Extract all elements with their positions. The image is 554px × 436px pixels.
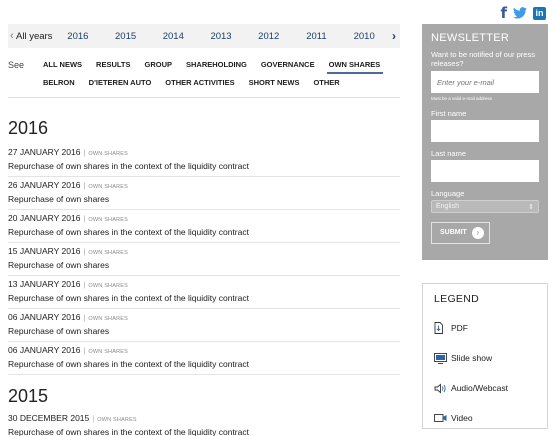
- legend-item-pdf: PDF: [434, 313, 536, 343]
- news-tag: Own shares: [88, 217, 129, 223]
- tab-year-2010[interactable]: 2010: [340, 31, 388, 42]
- tab-year-2016[interactable]: 2016: [54, 31, 102, 42]
- list-item[interactable]: 06 January 2016 | Own shares Repurchase of…: [8, 309, 400, 342]
- next-years-icon[interactable]: ›: [388, 29, 400, 43]
- see-label: See: [8, 60, 25, 70]
- legend-item-audio: Audio/Webcast: [434, 373, 536, 403]
- news-title[interactable]: Repurchase of own shares: [8, 260, 400, 270]
- video-icon: [434, 413, 450, 423]
- category-belron[interactable]: Belron: [41, 75, 78, 90]
- list-item[interactable]: 15 January 2016 | Own shares Repurchase of…: [8, 243, 400, 276]
- category-short-news[interactable]: Short news: [247, 75, 303, 90]
- news-date: 27 January 2016: [8, 147, 81, 157]
- news-title[interactable]: Repurchase of own shares in the context …: [8, 293, 400, 303]
- category-other-activities[interactable]: Other activities: [163, 75, 237, 90]
- news-date: 15 January 2016: [8, 246, 81, 256]
- news-title[interactable]: Repurchase of own shares in the context …: [8, 359, 400, 369]
- newsletter-panel: NEWSLETTER Want to be notified of our pr…: [422, 24, 548, 260]
- legend-item-slideshow: Slide show: [434, 343, 536, 373]
- tab-year-2012[interactable]: 2012: [245, 31, 293, 42]
- legend-label: Video: [451, 413, 473, 423]
- legend-label: Audio/Webcast: [451, 383, 509, 393]
- news-tag: Own shares: [88, 250, 129, 256]
- linkedin-icon[interactable]: in: [533, 6, 546, 20]
- list-item[interactable]: 30 December 2015 | Own shares Repurchase o…: [8, 410, 400, 436]
- first-name-field[interactable]: [431, 120, 539, 142]
- list-item[interactable]: 26 January 2016 | Own shares Repurchase of…: [8, 177, 400, 210]
- submit-label: SUBMIT: [440, 229, 467, 236]
- category-other[interactable]: Other: [311, 75, 342, 90]
- year-heading: 2015: [8, 386, 49, 406]
- list-item[interactable]: 13 January 2016 | Own shares Repurchase of…: [8, 276, 400, 309]
- category-group[interactable]: Group: [142, 57, 175, 74]
- news-title[interactable]: Repurchase of own shares in the context …: [8, 227, 400, 237]
- news-tag: Own shares: [88, 316, 129, 322]
- news-tag: Own shares: [88, 151, 129, 157]
- language-select[interactable]: English ⇕: [431, 200, 539, 213]
- legend-panel: LEGEND PDF Slide show Audio/Webcast Vide…: [422, 283, 548, 429]
- news-date: 26 January 2016: [8, 180, 81, 190]
- news-tag: Own shares: [97, 417, 137, 423]
- news-date: 20 January 2016: [8, 213, 81, 223]
- slideshow-icon: [434, 352, 450, 364]
- category-shareholding[interactable]: Shareholding: [184, 57, 250, 74]
- language-label: Language: [431, 189, 465, 198]
- newsletter-title: NEWSLETTER: [431, 32, 510, 44]
- legend-item-video: Video: [434, 403, 536, 433]
- news-title[interactable]: Repurchase of own shares in the context …: [8, 427, 400, 436]
- last-name-field[interactable]: [431, 160, 539, 182]
- year-tabs: ‹ All years 2016 2015 2014 2013 2012 201…: [8, 24, 400, 48]
- year-heading: 2016: [8, 118, 49, 138]
- news-tag: Own shares: [88, 283, 129, 289]
- category-dieteren-auto[interactable]: D'Ieteren Auto: [87, 75, 155, 90]
- tab-year-2015[interactable]: 2015: [102, 31, 150, 42]
- first-name-label: First name: [431, 109, 467, 118]
- audio-icon: [434, 383, 450, 394]
- news-list: 2016 27 January 2016 | Own shares Repurcha…: [8, 118, 400, 436]
- list-item[interactable]: 20 January 2016 | Own shares Repurchase of…: [8, 210, 400, 243]
- legend-label: Slide show: [451, 353, 493, 363]
- email-field[interactable]: [431, 71, 539, 93]
- chevron-updown-icon: ⇕: [528, 203, 534, 211]
- legend-label: PDF: [451, 323, 468, 333]
- news-title[interactable]: Repurchase of own shares: [8, 194, 400, 204]
- news-tag: Own shares: [88, 349, 129, 355]
- news-date: 30 December 2015: [8, 413, 90, 423]
- news-date: 13 January 2016: [8, 279, 81, 289]
- pdf-icon: [434, 322, 450, 334]
- category-all-news[interactable]: All news: [41, 57, 85, 74]
- legend-title: LEGEND: [434, 293, 479, 305]
- twitter-icon[interactable]: [513, 7, 527, 19]
- tab-all-years[interactable]: All years: [16, 31, 54, 42]
- tab-year-2011[interactable]: 2011: [293, 31, 341, 42]
- arrow-right-icon: ›: [471, 226, 484, 239]
- list-item[interactable]: 06 January 2016 | Own shares Repurchase of…: [8, 342, 400, 375]
- language-value: English: [436, 203, 459, 210]
- news-tag: Own shares: [88, 184, 129, 190]
- news-title[interactable]: Repurchase of own shares in the context …: [8, 161, 400, 171]
- news-date: 06 January 2016: [8, 312, 81, 322]
- newsletter-description: Want to be notified of our press release…: [431, 50, 535, 68]
- news-date: 06 January 2016: [8, 345, 81, 355]
- email-hint: Must be a valid e-mail address: [431, 96, 493, 101]
- tab-year-2014[interactable]: 2014: [149, 31, 197, 42]
- facebook-icon[interactable]: f: [500, 6, 507, 21]
- category-filter: All news Results Group Shareholding Gove…: [41, 57, 401, 90]
- category-own-shares[interactable]: Own shares: [326, 57, 384, 74]
- tab-year-2013[interactable]: 2013: [197, 31, 245, 42]
- category-governance[interactable]: Governance: [259, 57, 318, 74]
- category-results[interactable]: Results: [94, 57, 133, 74]
- list-item[interactable]: 27 January 2016 | Own shares Repurchase of…: [8, 144, 400, 177]
- submit-button[interactable]: SUBMIT ›: [431, 221, 490, 244]
- last-name-label: Last name: [431, 149, 467, 158]
- news-title[interactable]: Repurchase of own shares: [8, 326, 400, 336]
- social-links: f in: [500, 6, 546, 21]
- divider: [8, 97, 400, 98]
- prev-years-icon[interactable]: ‹: [8, 30, 16, 42]
